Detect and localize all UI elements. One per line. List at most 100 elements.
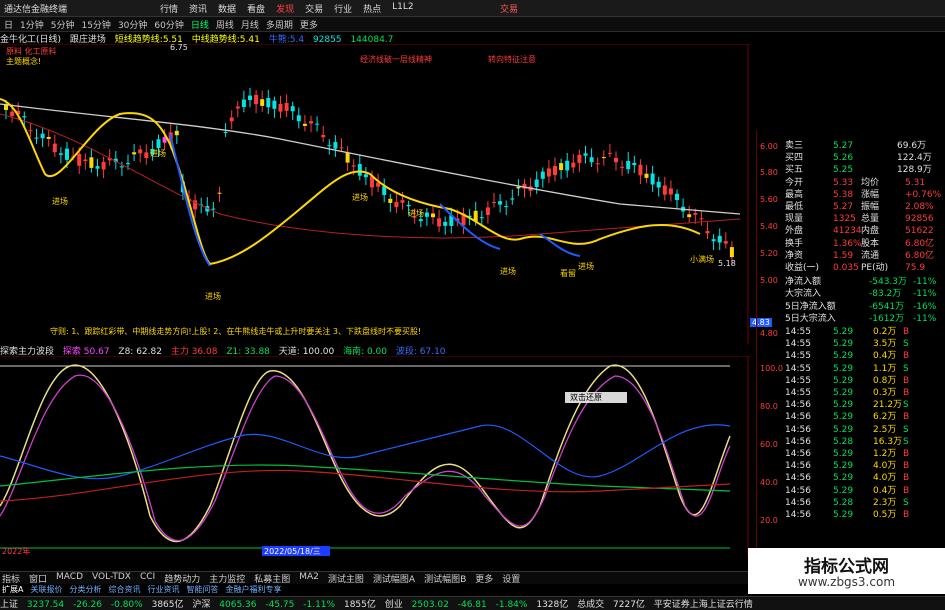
entry-tag: 进场 bbox=[205, 292, 221, 301]
period-15m[interactable]: 15分钟 bbox=[81, 18, 110, 31]
sub-indicator-header: 探索主力波段 探索 50.67 Z8: 62.82 主力 36.08 Z1: 3… bbox=[0, 344, 750, 357]
candle-body bbox=[632, 162, 637, 166]
info-tab[interactable]: 扩展A bbox=[2, 584, 23, 594]
menu-trade[interactable]: 交易 bbox=[305, 2, 323, 15]
period-multi[interactable]: 多周期 bbox=[266, 18, 293, 31]
candle-body bbox=[559, 163, 564, 171]
indicator-tabs: 指标 窗口 MACD VOL-TDX CCI 趋势动力 主力监控 私募主图 MA2 测试主图 测试幅… bbox=[0, 571, 752, 585]
tick-time: 14:55 bbox=[785, 375, 811, 386]
candle-body bbox=[577, 154, 582, 163]
candle-body bbox=[394, 201, 399, 208]
candle-body bbox=[723, 241, 728, 244]
candle-body bbox=[675, 193, 679, 201]
info-tab[interactable]: 智能问答 bbox=[186, 584, 218, 594]
flow-value: -543.3万 bbox=[869, 277, 908, 288]
menu-watch[interactable]: 看盘 bbox=[247, 2, 265, 15]
candle-body bbox=[126, 163, 130, 165]
indicator-tab[interactable]: 更多 bbox=[475, 572, 493, 585]
candle-body bbox=[40, 133, 45, 139]
candle-body bbox=[363, 174, 368, 178]
period-60m[interactable]: 60分钟 bbox=[154, 18, 183, 31]
period-5m[interactable]: 5分钟 bbox=[51, 18, 75, 31]
candle-body bbox=[400, 200, 405, 203]
quote-value: 5.38 bbox=[833, 189, 854, 200]
indicator-tab[interactable]: 主力监控 bbox=[209, 572, 245, 585]
menu-l1l2[interactable]: L1L2 bbox=[392, 2, 413, 15]
indicator-tab[interactable]: MACD bbox=[56, 572, 83, 584]
tick-price: 5.29 bbox=[833, 327, 854, 337]
flow-key: 5日大宗流入 bbox=[785, 313, 836, 324]
tick-price: 5.29 bbox=[833, 388, 854, 398]
candle-body bbox=[28, 130, 33, 132]
indicator-tab[interactable]: CCI bbox=[140, 572, 155, 584]
entry-tag: 进场 bbox=[150, 149, 166, 158]
indicator-tab[interactable]: VOL-TDX bbox=[92, 572, 131, 584]
tick-volume: 1.1万 bbox=[873, 363, 897, 374]
tick-row: 14:56 5.29 21.2万 S bbox=[757, 399, 945, 411]
tick-row: 14:56 5.29 4.0万 B bbox=[757, 460, 945, 472]
quote-value: 5.25 bbox=[833, 165, 854, 176]
quote-value2: 92856 bbox=[905, 214, 934, 225]
period-monthly[interactable]: 月线 bbox=[241, 18, 259, 31]
menu-news[interactable]: 资讯 bbox=[189, 2, 207, 15]
info-tab[interactable]: 金融户福利专享 bbox=[225, 584, 281, 594]
candle-body bbox=[302, 123, 307, 126]
menu-data[interactable]: 数据 bbox=[218, 2, 236, 15]
tick-volume: 0.3万 bbox=[873, 388, 897, 398]
tick-volume: 0.5万 bbox=[873, 510, 897, 520]
quote-value: 5.27 bbox=[833, 141, 854, 151]
flow-value: -6541万 bbox=[869, 301, 905, 312]
tick-price: 5.28 bbox=[833, 497, 854, 508]
candle-body bbox=[693, 213, 698, 215]
candle-body bbox=[656, 181, 661, 188]
tick-flag: B bbox=[903, 485, 910, 496]
info-tab[interactable]: 关联报价 bbox=[30, 584, 62, 594]
candle-body bbox=[650, 173, 655, 185]
period-day[interactable]: 日 bbox=[4, 18, 13, 31]
indicator-tab[interactable]: 测试主图 bbox=[328, 572, 364, 585]
candle-body bbox=[333, 142, 338, 149]
indicator-tab[interactable]: 窗口 bbox=[29, 572, 47, 585]
candle-body bbox=[83, 159, 88, 162]
candle-body bbox=[58, 153, 63, 155]
menu-discover[interactable]: 发现 bbox=[276, 2, 294, 15]
oscillator-line-red bbox=[0, 469, 731, 502]
period-1m[interactable]: 1分钟 bbox=[20, 18, 44, 31]
tick-flag: B bbox=[903, 449, 910, 459]
indicator-tab[interactable]: 测试幅图A bbox=[373, 572, 415, 585]
candle-body bbox=[260, 99, 265, 106]
period-daily[interactable]: 日线 bbox=[191, 18, 209, 31]
quote-key2: 流通 bbox=[861, 250, 880, 261]
candlestick-chart[interactable]: 原料 化工原料 主题概念! 6.75 经济线破一层线精神 转向特征注意 5.18… bbox=[0, 44, 750, 344]
indicator-tab[interactable]: MA2 bbox=[299, 572, 319, 584]
indicator-tab[interactable]: 指标 bbox=[2, 572, 20, 585]
period-more[interactable]: 更多 bbox=[300, 18, 318, 31]
tick-volume: 0.8万 bbox=[873, 375, 897, 386]
tick-flag: B bbox=[903, 510, 910, 520]
menu-industry[interactable]: 行业 bbox=[334, 2, 352, 15]
menu-quotes[interactable]: 行情 bbox=[160, 2, 178, 15]
entry-tag: 进场 bbox=[578, 262, 594, 271]
quote-key2: 振幅 bbox=[861, 202, 880, 212]
period-weekly[interactable]: 周线 bbox=[216, 18, 234, 31]
indicator-tab[interactable]: 私募主图 bbox=[254, 572, 290, 585]
indicator-tab[interactable]: 趋势动力 bbox=[164, 572, 200, 585]
trade-button[interactable]: 交易 bbox=[500, 2, 518, 15]
oscillator-chart[interactable]: 2022年 2022/05/18/三 双击还原 bbox=[0, 356, 750, 556]
quote-value2: +0.76% bbox=[905, 189, 942, 200]
candle-body bbox=[223, 131, 228, 133]
menu-hot[interactable]: 热点 bbox=[363, 2, 381, 15]
period-30m[interactable]: 30分钟 bbox=[118, 18, 147, 31]
info-tab[interactable]: 行业资讯 bbox=[147, 584, 179, 594]
tick-time: 14:56 bbox=[785, 473, 811, 484]
flow-value: -83.2万 bbox=[869, 289, 902, 300]
indicator-tab[interactable]: 测试幅图B bbox=[424, 572, 466, 585]
quote-key2: 股本 bbox=[861, 238, 880, 249]
indicator-tab[interactable]: 设置 bbox=[502, 572, 520, 585]
info-tab[interactable]: 分类分析 bbox=[69, 584, 101, 594]
tick-price: 5.29 bbox=[833, 461, 854, 472]
candle-body bbox=[424, 212, 429, 217]
candle-body bbox=[388, 198, 393, 203]
quote-value2: 2.08% bbox=[905, 202, 934, 212]
info-tab[interactable]: 综合资讯 bbox=[108, 584, 140, 594]
